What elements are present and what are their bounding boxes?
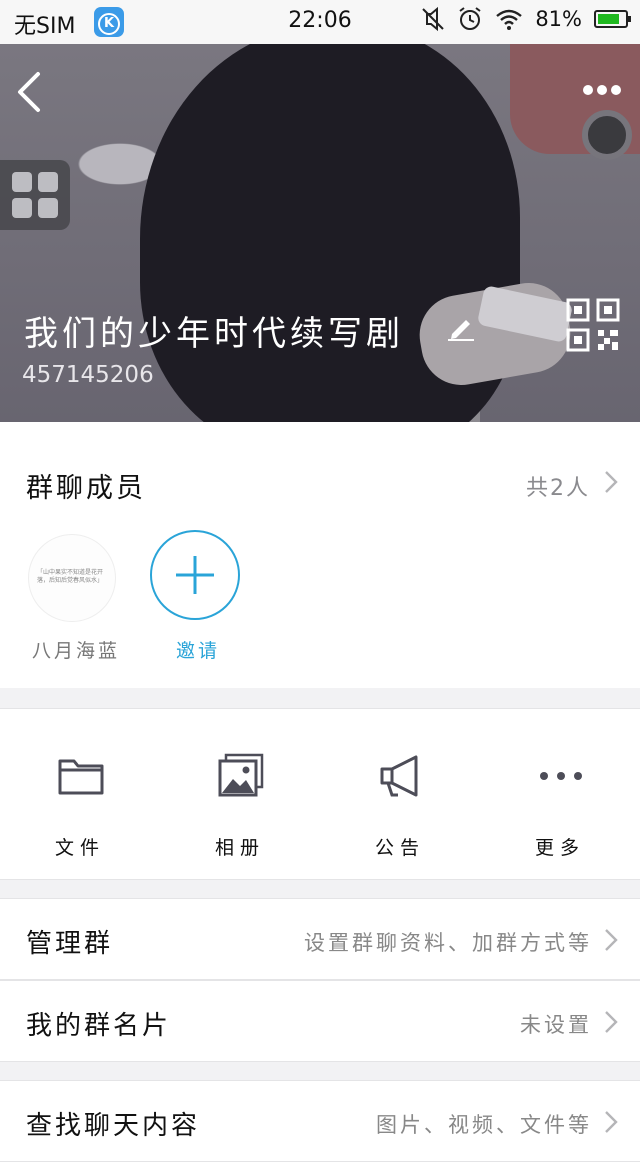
mute-icon [422,6,445,32]
megaphone-icon [380,755,418,797]
status-bar: 无SIM K 22:06 81% [0,0,640,44]
battery-icon [594,10,631,28]
member-name: 八月海蓝 [32,640,121,662]
album-tool[interactable]: 相册 [160,709,320,881]
row-label: 查找聊天内容 [26,1111,201,1141]
more-tool[interactable]: 更多 [480,709,640,881]
member-count[interactable]: 共2人 [526,470,590,502]
back-icon[interactable] [14,70,44,114]
invite-label[interactable]: 邀请 [176,636,220,663]
group-id: 457145206 [22,362,154,388]
my-group-card-row[interactable]: 我的群名片 未设置 [0,980,640,1062]
alarm-icon [459,7,481,30]
system-icons: 81% [421,6,631,32]
qr-code-icon[interactable] [566,298,620,352]
more-dots-icon [540,772,582,780]
more-options-icon[interactable] [582,82,622,98]
members-section: 群聊成员 共2人 「山中果实不知道是花开落，后知后觉春风似水」 八月海蓝 邀请 [0,422,640,688]
battery-percent: 81% [535,7,582,31]
files-tool[interactable]: 文件 [0,709,160,881]
plus-icon [176,556,214,594]
members-label: 群聊成员 [26,473,146,504]
group-name: 我们的少年时代续写剧 [24,314,404,354]
chevron-right-icon [605,1111,618,1133]
row-value: 设置群聊资料、加群方式等 [304,931,592,955]
chevron-right-icon [605,929,618,951]
chevron-right-icon[interactable] [604,470,618,494]
grid-menu-button[interactable] [0,160,70,230]
row-label: 管理群 [26,929,114,959]
row-value: 图片、视频、文件等 [376,1113,592,1137]
search-chat-row[interactable]: 查找聊天内容 图片、视频、文件等 [0,1080,640,1162]
announcement-tool[interactable]: 公告 [320,709,480,881]
manage-group-row[interactable]: 管理群 设置群聊资料、加群方式等 [0,898,640,980]
chevron-right-icon [605,1011,618,1033]
folder-icon [58,759,104,795]
member-avatar[interactable]: 「山中果实不知道是花开落，后知后觉春风似水」 [28,534,116,622]
wifi-icon [496,9,523,30]
invite-button[interactable] [150,530,240,620]
edit-icon[interactable] [446,312,476,342]
group-tools: 文件 相册 公告 更多 [0,708,640,880]
row-label: 我的群名片 [26,1011,172,1041]
album-icon [218,753,264,797]
row-value: 未设置 [520,1013,592,1037]
